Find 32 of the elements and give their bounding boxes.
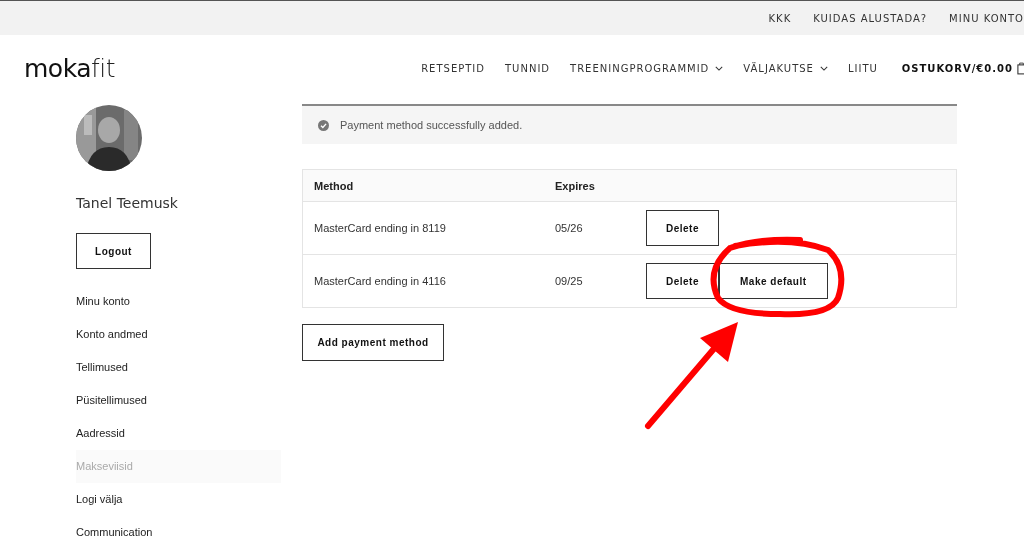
sidebar-item[interactable]: Tellimused	[76, 351, 281, 384]
table-cell: MasterCard ending in 4116	[314, 275, 446, 287]
sidebar-item[interactable]: Aadressid	[76, 417, 281, 450]
nav-link[interactable]: VÄLJAKUTSE	[743, 62, 828, 74]
user-name: Tanel Teemusk	[76, 195, 178, 211]
top-link[interactable]: MINU KONTO	[949, 12, 1024, 24]
nav-link[interactable]: TUNNID	[505, 62, 551, 74]
logout-button[interactable]: Logout	[76, 233, 151, 269]
action-button[interactable]: Delete	[646, 210, 719, 246]
table-cell: MasterCard ending in 8119	[314, 222, 446, 234]
bag-icon[interactable]	[1017, 61, 1024, 75]
action-button[interactable]: Make default	[719, 263, 828, 299]
nav-link[interactable]: TREENINGPROGRAMMID	[570, 62, 724, 74]
nav-link[interactable]: RETSEPTID	[421, 62, 485, 74]
sidebar-item[interactable]: Minu konto	[76, 285, 281, 318]
top-link[interactable]: KKK	[768, 12, 792, 24]
add-payment-button[interactable]: Add payment method	[302, 324, 444, 361]
sidebar-item[interactable]: Logi välja	[76, 483, 281, 516]
cart-link[interactable]: OSTUKORV/€0.00	[901, 62, 1013, 74]
column-header: Method	[314, 179, 354, 192]
logo[interactable]: mokafit	[24, 53, 116, 83]
sidebar-item[interactable]: Konto andmed	[76, 318, 281, 351]
table-cell: 09/25	[555, 275, 583, 287]
check-icon	[318, 119, 329, 131]
table-cell: 05/26	[555, 222, 583, 234]
nav-link[interactable]: LIITU	[847, 62, 878, 74]
notice-message: Payment method successfully added.	[340, 119, 523, 131]
top-link[interactable]: KUIDAS ALUSTADA?	[813, 12, 928, 24]
sidebar-item[interactable]: Püsitellimused	[76, 384, 281, 417]
column-header: Expires	[555, 179, 595, 192]
action-button[interactable]: Delete	[646, 263, 719, 299]
sidebar-item[interactable]: Communication	[76, 516, 281, 546]
